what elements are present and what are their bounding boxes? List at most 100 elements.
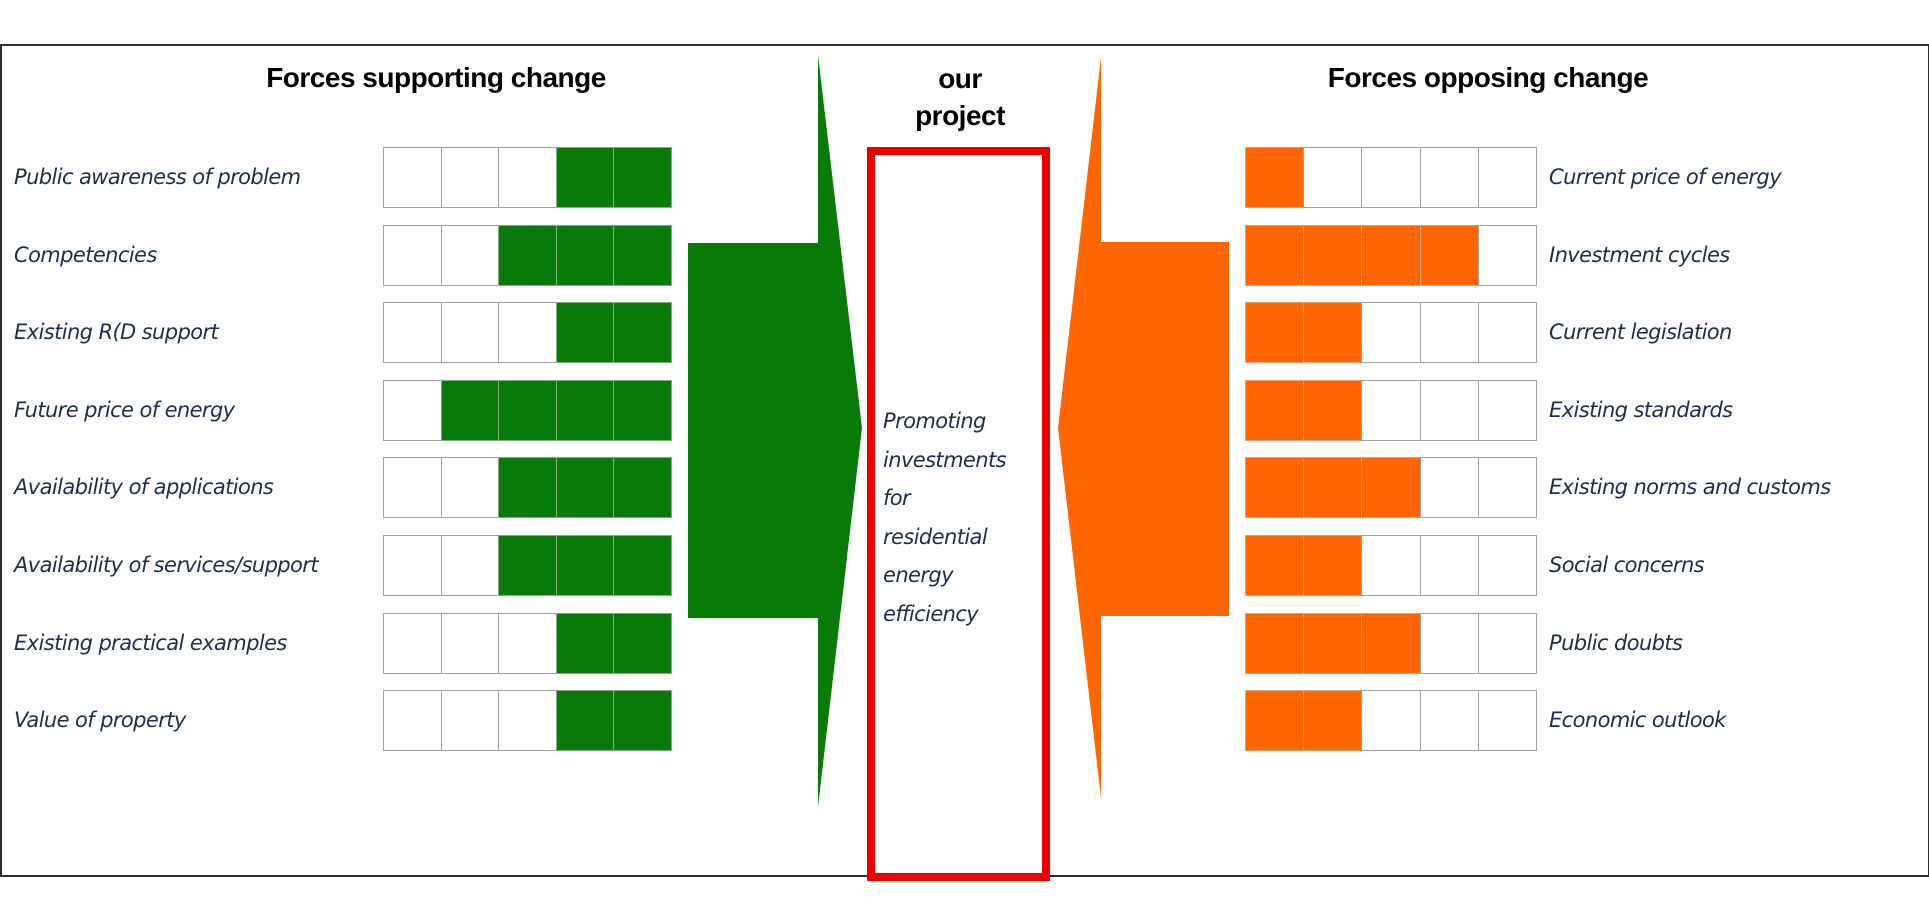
strength-cell-empty: [383, 224, 442, 286]
strength-cell-empty: [440, 224, 500, 286]
strength-cell-filled: [1245, 690, 1305, 752]
strength-cell-filled: [1245, 224, 1305, 286]
supporting-force-strength-bar: [383, 224, 672, 286]
strength-cell-empty: [1477, 224, 1538, 286]
strength-cell-empty: [1477, 379, 1538, 441]
strength-cell-empty: [1477, 457, 1538, 519]
project-description-line: efficiency: [883, 601, 979, 626]
strength-cell-empty: [1361, 302, 1421, 364]
strength-cell-empty: [383, 147, 442, 208]
strength-cell-filled: [1245, 379, 1305, 441]
strength-cell-filled: [498, 457, 557, 519]
supporting-force-label: Existing R(D support: [14, 320, 219, 345]
strength-cell-filled: [613, 302, 672, 364]
strength-cell-filled: [1303, 612, 1363, 674]
opposing-force-label: Current legislation: [1549, 320, 1732, 345]
strength-cell-filled: [1361, 224, 1421, 286]
opposing-force-label: Investment cycles: [1549, 242, 1730, 267]
strength-cell-empty: [498, 612, 557, 674]
supporting-force-strength-bar: [383, 612, 672, 674]
opposing-force-label: Economic outlook: [1549, 708, 1726, 733]
opposing-forces-arrow: [1058, 57, 1229, 798]
strength-cell-filled: [1303, 379, 1363, 441]
strength-cell-filled: [1419, 224, 1479, 286]
strength-cell-empty: [383, 457, 442, 519]
strength-cell-filled: [1303, 302, 1363, 364]
strength-cell-empty: [1419, 379, 1479, 441]
strength-cell-filled: [613, 690, 672, 752]
project-description-line: for: [883, 486, 911, 510]
opposing-force-strength-bar: [1245, 690, 1538, 752]
supporting-force-strength-bar: [383, 690, 672, 752]
opposing-force-label: Existing standards: [1549, 397, 1733, 422]
strength-cell-filled: [1245, 147, 1305, 208]
strength-cell-empty: [1419, 457, 1479, 519]
strength-cell-filled: [613, 379, 672, 441]
strength-cell-empty: [383, 302, 442, 364]
strength-cell-filled: [1245, 302, 1305, 364]
project-description: Promoting investments for residential en…: [883, 402, 1007, 633]
strength-cell-filled: [555, 535, 615, 596]
strength-cell-filled: [1245, 457, 1305, 519]
strength-cell-filled: [555, 224, 615, 286]
supporting-force-strength-bar: [383, 457, 672, 519]
opposing-force-label: Current price of energy: [1549, 165, 1782, 189]
project-title: our project: [915, 60, 1005, 134]
opposing-force-strength-bar: [1245, 224, 1538, 286]
strength-cell-empty: [1477, 147, 1538, 208]
strength-cell-filled: [613, 457, 672, 519]
supporting-force-label: Availability of applications: [14, 475, 274, 500]
opposing-force-label: Social concerns: [1549, 553, 1705, 577]
strength-cell-empty: [1419, 147, 1479, 208]
strength-cell-empty: [440, 690, 500, 752]
strength-cell-filled: [555, 379, 615, 441]
project-title-line: our: [938, 63, 982, 94]
strength-cell-filled: [1245, 535, 1305, 596]
supporting-force-label: Public awareness of problem: [14, 165, 301, 189]
supporting-force-label: Future price of energy: [14, 397, 235, 422]
strength-cell-filled: [555, 302, 615, 364]
strength-cell-empty: [1361, 147, 1421, 208]
strength-cell-filled: [1361, 612, 1421, 674]
strength-cell-empty: [498, 690, 557, 752]
strength-cell-filled: [1303, 457, 1363, 519]
strength-cell-empty: [383, 535, 442, 596]
force-field-diagram: Forces supporting change Forces opposing…: [0, 0, 1929, 924]
strength-cell-filled: [555, 147, 615, 208]
strength-cell-empty: [1361, 690, 1421, 752]
strength-cell-empty: [1419, 690, 1479, 752]
strength-cell-empty: [498, 302, 557, 364]
strength-cell-empty: [1419, 535, 1479, 596]
strength-cell-filled: [1245, 612, 1305, 674]
strength-cell-empty: [440, 302, 500, 364]
strength-cell-empty: [1419, 302, 1479, 364]
opposing-force-label: Public doubts: [1549, 630, 1683, 655]
strength-cell-filled: [613, 535, 672, 596]
strength-cell-filled: [555, 690, 615, 752]
strength-cell-empty: [1361, 535, 1421, 596]
opposing-force-strength-bar: [1245, 379, 1538, 441]
project-description-line: energy: [883, 563, 954, 587]
supporting-forces-title: Forces supporting change: [266, 62, 606, 93]
strength-cell-empty: [440, 457, 500, 519]
strength-cell-filled: [555, 612, 615, 674]
project-description-line: Promoting: [883, 409, 986, 433]
strength-cell-filled: [613, 224, 672, 286]
strength-cell-empty: [440, 535, 500, 596]
supporting-force-strength-bar: [383, 535, 672, 596]
supporting-force-label: Availability of services/support: [14, 553, 319, 577]
strength-cell-empty: [1361, 379, 1421, 441]
strength-cell-filled: [498, 224, 557, 286]
supporting-force-label: Existing practical examples: [14, 630, 287, 655]
strength-cell-filled: [498, 535, 557, 596]
opposing-force-label: Existing norms and customs: [1549, 475, 1831, 500]
supporting-forces-arrow: [688, 55, 862, 807]
strength-cell-empty: [440, 147, 500, 208]
supporting-force-strength-bar: [383, 147, 672, 208]
project-description-line: investments: [883, 447, 1007, 472]
strength-cell-filled: [613, 612, 672, 674]
strength-cell-filled: [440, 379, 500, 441]
strength-cell-empty: [1303, 147, 1363, 208]
supporting-force-strength-bar: [383, 379, 672, 441]
project-description-line: residential: [883, 524, 988, 549]
